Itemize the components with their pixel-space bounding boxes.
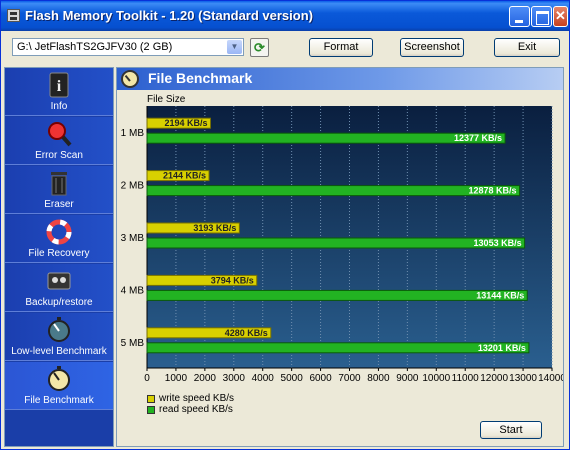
y-tick-label: 5 MB bbox=[121, 338, 145, 349]
format-button[interactable]: Format bbox=[309, 38, 373, 57]
panel-title: File Benchmark bbox=[148, 70, 253, 86]
start-button[interactable]: Start bbox=[480, 421, 542, 439]
drive-select[interactable]: G:\ JetFlashTS2GJFV30 (2 GB) ▼ bbox=[12, 38, 244, 56]
y-tick-label: 3 MB bbox=[121, 233, 145, 244]
close-button[interactable]: ✕ bbox=[553, 6, 568, 27]
x-tick-label: 3000 bbox=[223, 373, 246, 384]
bar-data-label: 13201 KB/s bbox=[478, 343, 526, 353]
x-tick-label: 10000 bbox=[422, 373, 450, 384]
sidebar-item-error-scan[interactable]: Error Scan bbox=[5, 117, 113, 165]
y-tick-label: 2 MB bbox=[121, 181, 145, 192]
legend-label: read speed KB/s bbox=[159, 404, 233, 415]
app-window: Flash Memory Toolkit - 1.20 (Standard ve… bbox=[0, 0, 570, 450]
bar-data-label: 12377 KB/s bbox=[454, 133, 502, 143]
sidebar-item-label: Info bbox=[50, 101, 68, 112]
y-tick-label: 1 MB bbox=[121, 128, 145, 139]
x-tick-label: 13000 bbox=[509, 373, 537, 384]
bar-data-label: 2144 KB/s bbox=[163, 171, 206, 181]
x-tick-label: 2000 bbox=[194, 373, 217, 384]
sidebar-item-label: Backup/restore bbox=[25, 297, 93, 308]
sidebar-item-label: Eraser bbox=[44, 199, 74, 210]
exit-button[interactable]: Exit bbox=[494, 38, 560, 57]
benchmark-chart: 0 1000 2000 3000 4000 5000 6000 7000 8000 9000 100… bbox=[121, 106, 563, 384]
x-tick-label: 12000 bbox=[480, 373, 508, 384]
sidebar-item-low-level-benchmark[interactable]: Low-level Benchmark bbox=[5, 313, 113, 361]
x-tick-label: 11000 bbox=[452, 373, 480, 384]
panel-header: File Benchmark bbox=[117, 68, 563, 90]
tape-icon bbox=[47, 272, 71, 290]
benchmark-panel: File Benchmark File Size 0 1000 2000 3000 40… bbox=[116, 67, 564, 447]
legend-swatch bbox=[147, 395, 155, 403]
sidebar-item-label: File Benchmark bbox=[24, 395, 94, 406]
legend-label: write speed KB/s bbox=[159, 393, 235, 404]
refresh-button[interactable]: ⟳ bbox=[250, 38, 269, 57]
x-tick-label: 7000 bbox=[338, 373, 361, 384]
legend-swatch bbox=[147, 406, 155, 414]
sidebar-item-eraser[interactable]: Eraser bbox=[5, 166, 113, 214]
stopwatch-icon bbox=[48, 366, 70, 391]
x-tick-label: 8000 bbox=[367, 373, 390, 384]
x-tick-label: 14000 bbox=[538, 373, 563, 384]
sidebar-item-info[interactable]: i Info bbox=[5, 68, 113, 116]
sidebar-item-label: Error Scan bbox=[35, 150, 83, 161]
x-tick-label: 0 bbox=[144, 373, 150, 384]
minimize-button[interactable] bbox=[509, 6, 530, 27]
bar-data-label: 12878 KB/s bbox=[468, 186, 516, 196]
drive-select-value: G:\ JetFlashTS2GJFV30 (2 GB) bbox=[17, 41, 173, 53]
x-tick-label: 1000 bbox=[165, 373, 188, 384]
sidebar-item-label: File Recovery bbox=[28, 248, 90, 259]
stopwatch-icon bbox=[48, 317, 70, 342]
bar-data-label: 2194 KB/s bbox=[164, 118, 207, 128]
magnifier-icon bbox=[48, 122, 72, 147]
bar-data-label: 4280 KB/s bbox=[225, 328, 268, 338]
sidebar-item-label: Low-level Benchmark bbox=[11, 346, 107, 357]
title-bar[interactable]: Flash Memory Toolkit - 1.20 (Standard ve… bbox=[1, 1, 569, 31]
bar-data-label: 13053 KB/s bbox=[474, 238, 522, 248]
lifebuoy-icon bbox=[46, 219, 72, 245]
window-title: Flash Memory Toolkit - 1.20 (Standard ve… bbox=[25, 8, 313, 23]
app-icon bbox=[7, 9, 20, 22]
trash-icon bbox=[51, 172, 67, 196]
read-speed-bar bbox=[146, 185, 521, 197]
read-speed-bar bbox=[146, 237, 526, 249]
read-speed-bar bbox=[146, 289, 528, 301]
svg-text:i: i bbox=[57, 78, 62, 95]
bar-data-label: 3193 KB/s bbox=[193, 223, 236, 233]
y-tick-label: 4 MB bbox=[121, 285, 145, 296]
x-tick-label: 6000 bbox=[309, 373, 332, 384]
bar-data-label: 13144 KB/s bbox=[476, 290, 524, 300]
sidebar-item-file-recovery[interactable]: File Recovery bbox=[5, 215, 113, 263]
maximize-button[interactable] bbox=[531, 6, 552, 27]
x-tick-label: 9000 bbox=[396, 373, 419, 384]
bar-data-label: 3794 KB/s bbox=[211, 275, 254, 285]
screenshot-button[interactable]: Screenshot bbox=[400, 38, 464, 57]
info-icon: i bbox=[49, 72, 69, 98]
chevron-down-icon[interactable]: ▼ bbox=[227, 40, 242, 54]
sidebar-item-file-benchmark[interactable]: File Benchmark bbox=[5, 362, 113, 410]
stopwatch-icon bbox=[121, 70, 139, 88]
x-tick-label: 4000 bbox=[252, 373, 275, 384]
read-speed-bar bbox=[146, 342, 530, 354]
read-speed-bar bbox=[146, 132, 506, 144]
refresh-icon: ⟳ bbox=[254, 40, 265, 55]
sidebar: i Info Error Scan Eraser File Recovery B… bbox=[4, 67, 114, 447]
sidebar-item-backup-restore[interactable]: Backup/restore bbox=[5, 264, 113, 312]
x-tick-label: 5000 bbox=[281, 373, 304, 384]
